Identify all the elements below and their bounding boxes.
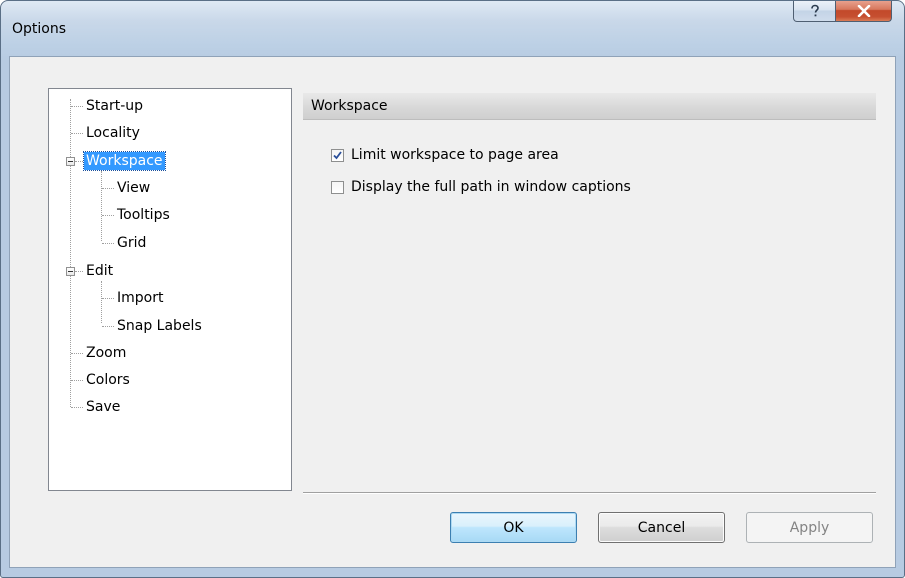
- tree-item-view[interactable]: View: [115, 177, 152, 199]
- apply-button[interactable]: Apply: [746, 512, 873, 543]
- close-x-icon: [857, 4, 871, 17]
- dialog-client-area: Start-up Locality Workspace View Tooltip…: [9, 56, 896, 568]
- option-label: Display the full path in window captions: [351, 179, 631, 195]
- help-button[interactable]: [793, 1, 836, 22]
- options-dialog: Options Start-up Locality Workspace View…: [0, 0, 905, 578]
- tree-item-save[interactable]: Save: [84, 396, 122, 418]
- tree-item-tooltips[interactable]: Tooltips: [115, 204, 172, 226]
- title-bar[interactable]: Options: [1, 1, 904, 56]
- tree-line: [102, 298, 114, 300]
- cancel-button[interactable]: Cancel: [598, 512, 725, 543]
- tree-line: [102, 326, 114, 328]
- option-limit-workspace[interactable]: Limit workspace to page area: [331, 145, 559, 165]
- tree-item-locality[interactable]: Locality: [84, 122, 142, 144]
- tree-item-workspace[interactable]: Workspace: [83, 150, 166, 172]
- collapse-icon[interactable]: [66, 157, 75, 166]
- tree-line: [71, 380, 83, 382]
- options-tree[interactable]: Start-up Locality Workspace View Tooltip…: [48, 88, 292, 491]
- section-header: Workspace: [303, 93, 876, 120]
- tree-line: [71, 407, 83, 409]
- tree-item-snap-labels[interactable]: Snap Labels: [115, 315, 204, 337]
- checkmark-icon: [333, 150, 342, 159]
- tree-line: [102, 215, 114, 217]
- close-button[interactable]: [835, 1, 892, 22]
- tree-item-start-up[interactable]: Start-up: [84, 95, 145, 117]
- tree-line: [75, 161, 83, 163]
- tree-item-grid[interactable]: Grid: [115, 232, 148, 254]
- tree-line: [71, 106, 83, 108]
- tree-line: [102, 188, 114, 190]
- option-label: Limit workspace to page area: [351, 147, 559, 163]
- tree-item-colors[interactable]: Colors: [84, 369, 132, 391]
- checkbox-checked[interactable]: [331, 148, 344, 162]
- tree-line: [102, 243, 114, 245]
- tree-item-import[interactable]: Import: [115, 287, 165, 309]
- window-title: Options: [12, 21, 67, 37]
- tree-line: [101, 281, 103, 323]
- tree-line: [71, 353, 83, 355]
- collapse-icon[interactable]: [66, 267, 75, 276]
- option-display-full-path[interactable]: Display the full path in window captions: [331, 177, 631, 197]
- tree-item-edit[interactable]: Edit: [84, 260, 115, 282]
- tree-line: [70, 99, 72, 407]
- tree-line: [101, 171, 103, 241]
- divider: [303, 492, 876, 493]
- tree-item-zoom[interactable]: Zoom: [84, 342, 128, 364]
- question-mark-icon: [808, 4, 822, 18]
- checkbox-unchecked[interactable]: [331, 180, 344, 194]
- tree-line: [71, 133, 83, 135]
- ok-button[interactable]: OK: [450, 512, 577, 543]
- tree-line: [75, 271, 83, 273]
